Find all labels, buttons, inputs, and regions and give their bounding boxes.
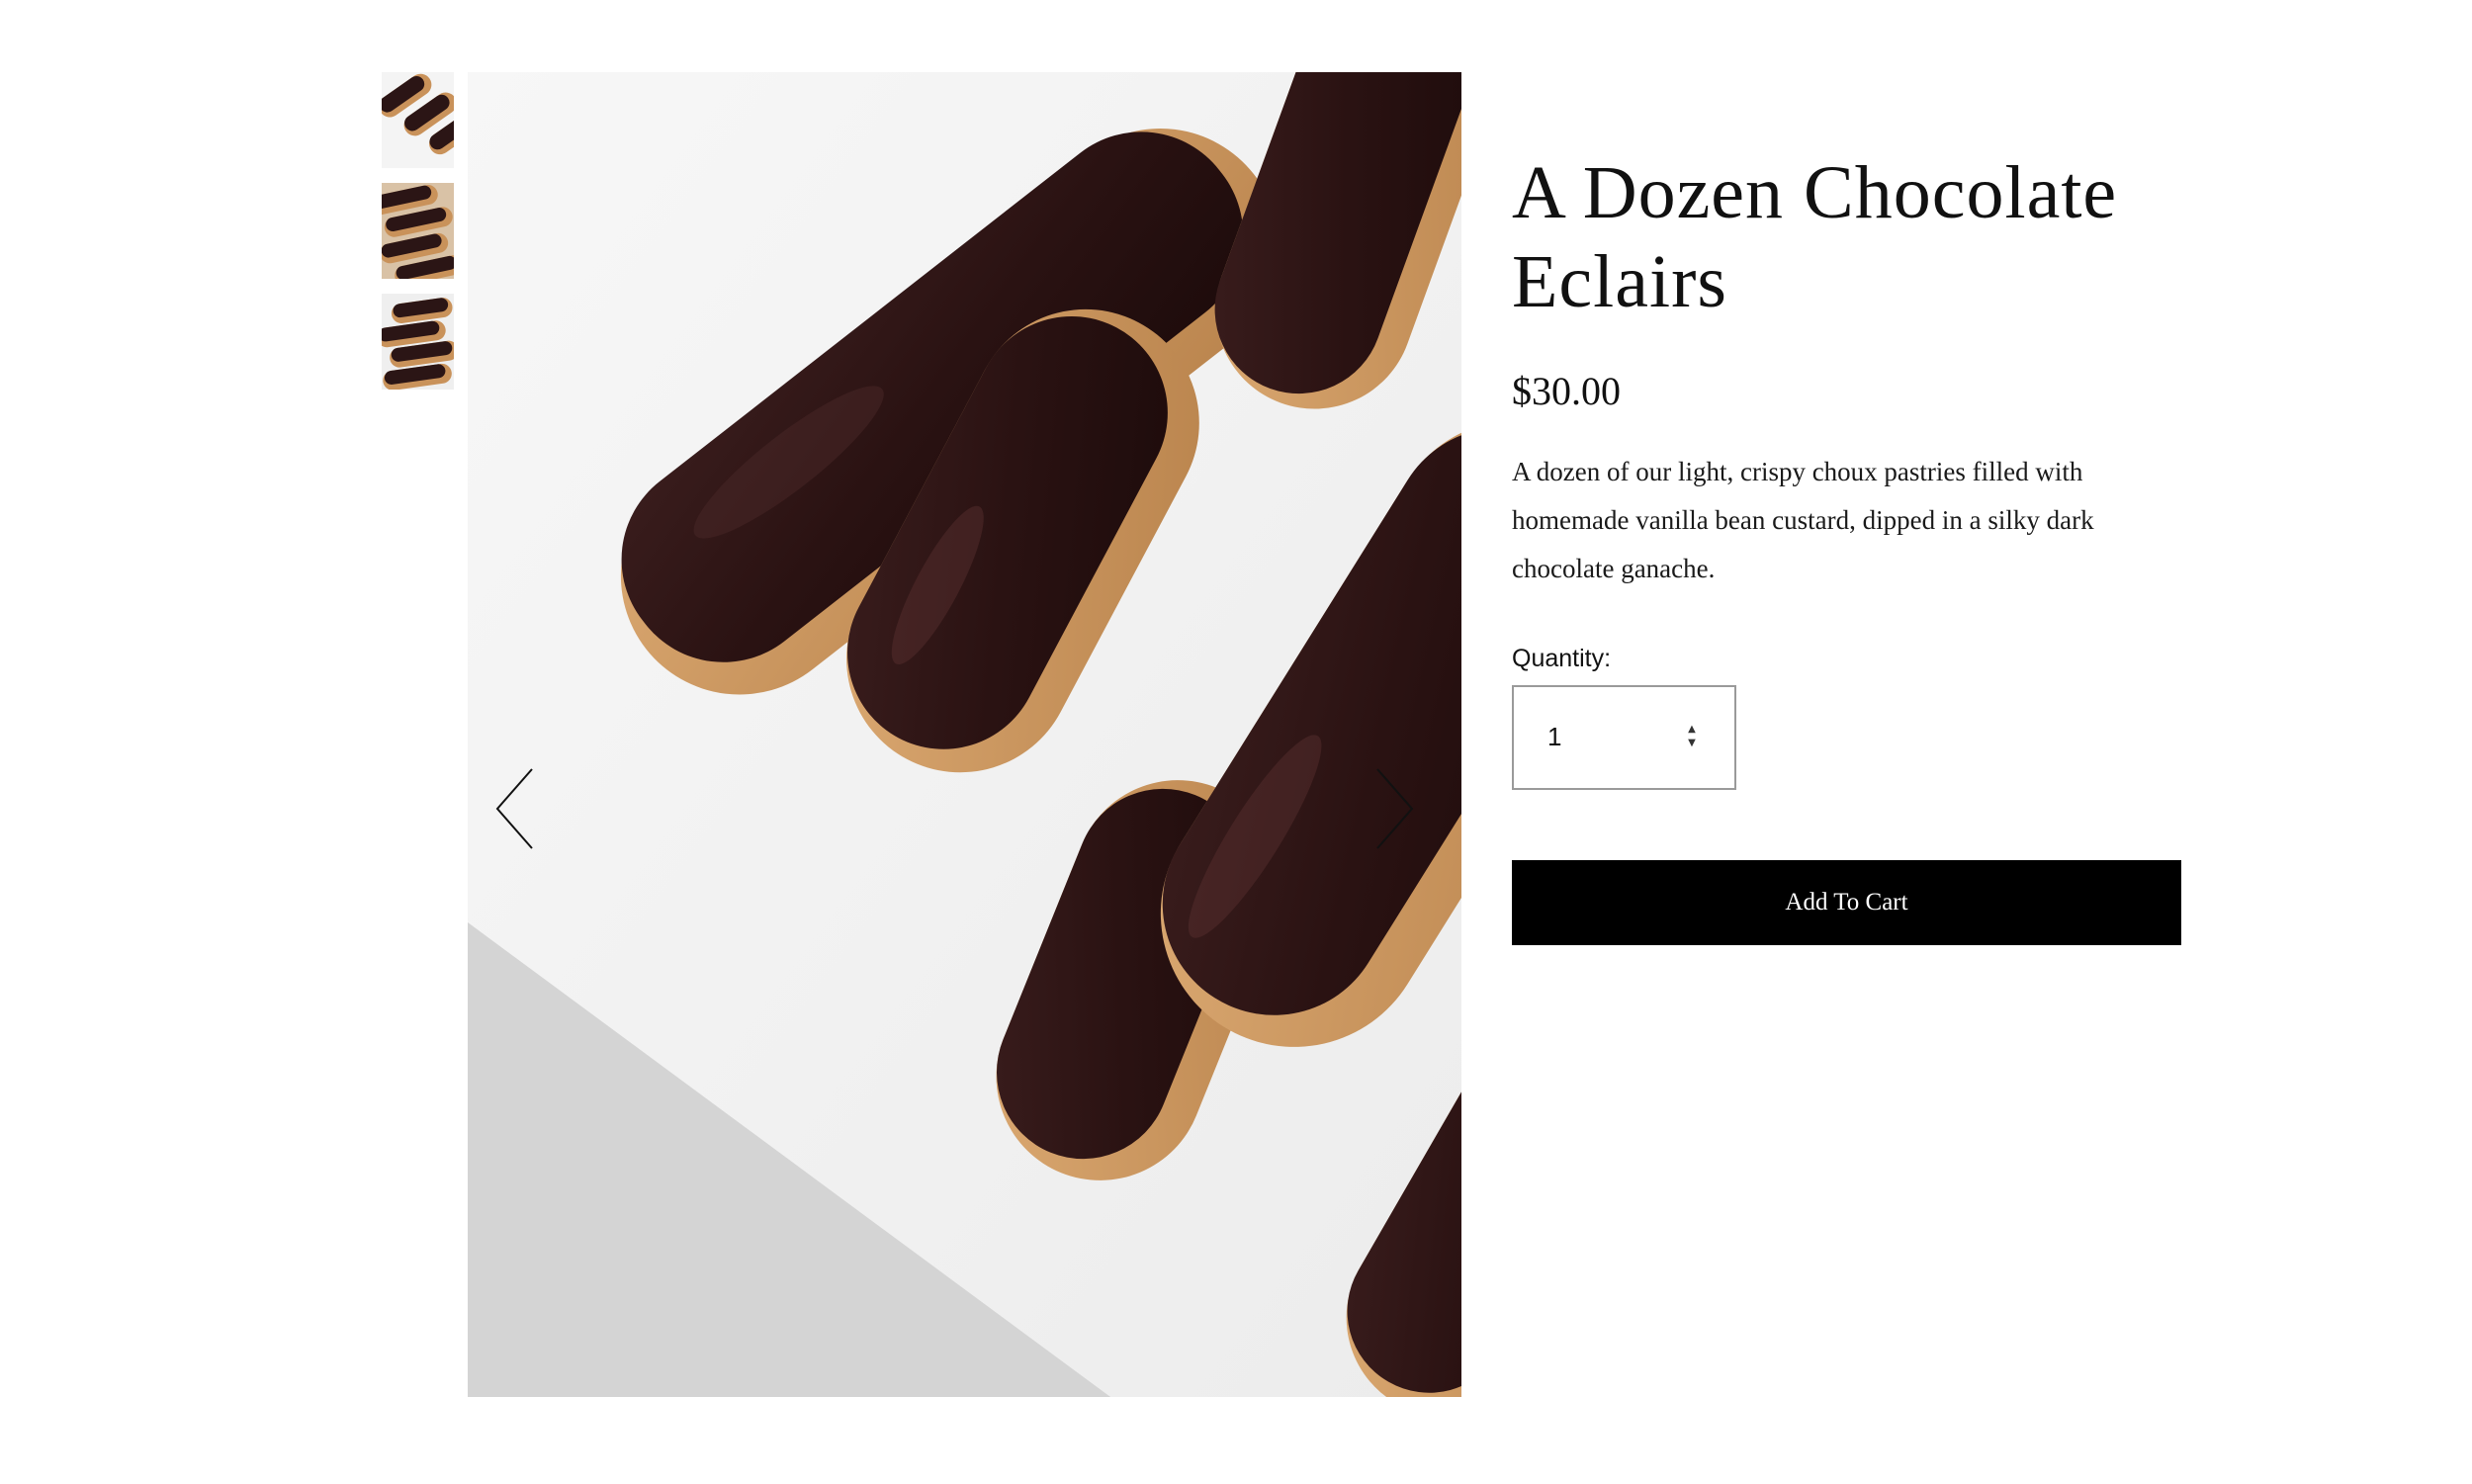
decrement-icon[interactable]: ▼ xyxy=(1684,737,1700,750)
thumbnail-1[interactable] xyxy=(382,72,454,168)
product-title-line-2: Eclairs xyxy=(1512,240,1728,323)
chevron-left-icon xyxy=(495,768,533,849)
next-image-button[interactable] xyxy=(1372,764,1432,853)
eclair-image-icon xyxy=(382,183,454,279)
increment-icon[interactable]: ▲ xyxy=(1684,723,1700,737)
thumbnail-3[interactable] xyxy=(382,294,454,390)
product-title: A Dozen Chocolate Eclairs xyxy=(1512,148,2184,326)
chevron-right-icon xyxy=(1376,768,1414,849)
quantity-input[interactable]: 1 ▲ ▼ xyxy=(1512,685,1736,790)
eclair-image-icon xyxy=(382,72,454,168)
quantity-value[interactable]: 1 xyxy=(1547,722,1561,752)
previous-image-button[interactable] xyxy=(492,764,552,853)
chocolate-eclairs-photo xyxy=(468,72,1461,1397)
thumbnail-2[interactable] xyxy=(382,183,454,279)
quantity-label: Quantity: xyxy=(1512,645,1612,672)
product-info: A Dozen Chocolate Eclairs $30.00 A dozen… xyxy=(1512,148,2184,790)
product-description: A dozen of our light, crispy choux pastr… xyxy=(1512,457,2094,583)
product-title-line-1: A Dozen Chocolate xyxy=(1512,151,2118,234)
quantity-stepper[interactable]: ▲ ▼ xyxy=(1684,723,1700,750)
product-price: $30.00 xyxy=(1512,369,1621,413)
eclair-image-icon xyxy=(382,294,454,390)
main-product-image[interactable] xyxy=(468,72,1461,1397)
thumbnail-list xyxy=(382,72,454,404)
add-to-cart-button[interactable]: Add To Cart xyxy=(1512,860,2181,945)
